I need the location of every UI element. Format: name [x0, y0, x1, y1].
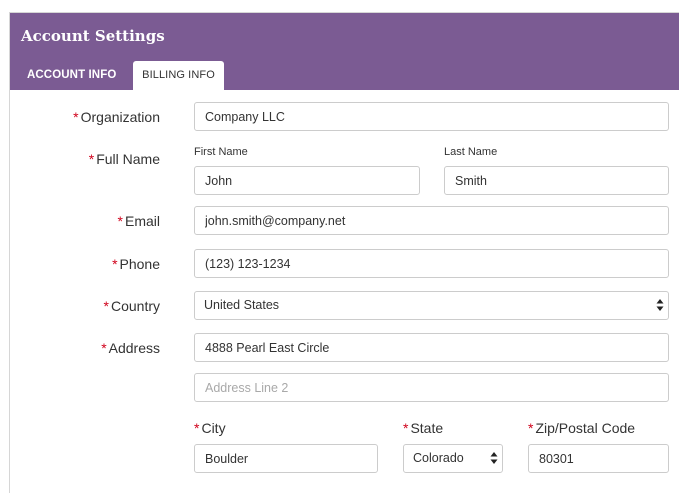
- address-line2-input[interactable]: [194, 373, 669, 402]
- country-label: * Country: [103, 298, 160, 314]
- country-select[interactable]: United States: [194, 291, 669, 320]
- full-name-label: * Full Name: [88, 151, 160, 167]
- required-marker: *: [403, 420, 409, 436]
- state-label: * State: [403, 420, 444, 436]
- country-value: United States: [204, 298, 280, 312]
- required-marker: *: [103, 298, 109, 314]
- email-label: * Email: [117, 213, 160, 229]
- required-marker: *: [101, 340, 107, 356]
- required-marker: *: [117, 213, 123, 229]
- city-input[interactable]: [194, 444, 378, 473]
- organization-input[interactable]: [194, 102, 669, 131]
- required-marker: *: [112, 256, 118, 272]
- required-marker: *: [194, 420, 200, 436]
- required-marker: *: [73, 109, 79, 125]
- city-label: * City: [194, 420, 226, 436]
- sort-arrows-icon: [656, 299, 664, 311]
- required-marker: *: [88, 151, 95, 167]
- zip-input[interactable]: [528, 444, 669, 473]
- required-marker: *: [528, 420, 534, 436]
- tab-account-info[interactable]: ACCOUNT INFO: [27, 61, 133, 90]
- tab-billing-info[interactable]: BILLING INFO: [133, 61, 224, 90]
- phone-input[interactable]: [194, 249, 669, 278]
- organization-label: * Organization: [73, 109, 160, 125]
- state-value: Colorado: [413, 451, 464, 465]
- address-line1-input[interactable]: [194, 333, 669, 362]
- last-name-label: Last Name: [444, 146, 498, 158]
- last-name-input[interactable]: [444, 166, 669, 195]
- first-name-input[interactable]: [194, 166, 420, 195]
- page-title: Account Settings: [21, 27, 165, 45]
- address-label: * Address: [101, 340, 160, 356]
- phone-label: * Phone: [112, 256, 160, 272]
- settings-header: Account Settings ACCOUNT INFO BILLING IN…: [10, 13, 679, 90]
- first-name-label: First Name: [194, 146, 248, 158]
- email-input[interactable]: [194, 206, 669, 235]
- sort-arrows-icon: [490, 452, 498, 464]
- state-select[interactable]: Colorado: [403, 444, 503, 473]
- zip-label: * Zip/Postal Code: [528, 420, 636, 436]
